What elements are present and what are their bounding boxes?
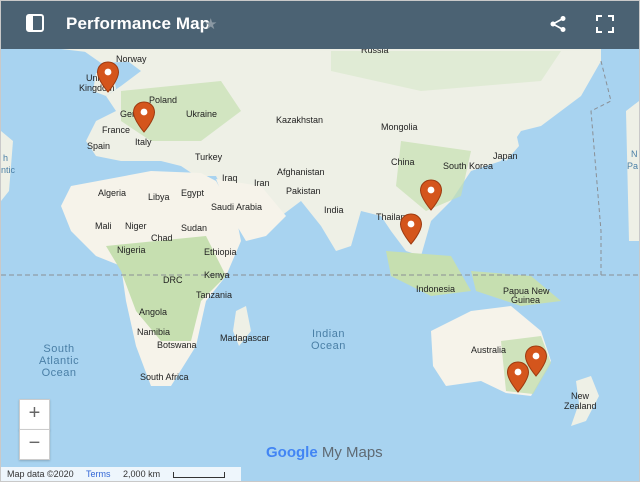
map-pin-united-kingdom[interactable] xyxy=(96,61,120,93)
map-pin-melbourne[interactable] xyxy=(506,361,530,393)
map-data-credit: Map data ©2020 xyxy=(7,469,74,479)
label-niger: Niger xyxy=(125,221,147,231)
label-indian-ocean: Indian Ocean xyxy=(311,328,346,352)
label-saudi-arabia: Saudi Arabia xyxy=(211,202,263,212)
label-mali: Mali xyxy=(95,221,112,231)
map-header: Performance Map ★ xyxy=(1,1,639,49)
label-iraq: Iraq xyxy=(222,173,238,183)
scale-label: 2,000 km xyxy=(123,469,161,479)
map-pin-germany[interactable] xyxy=(132,101,156,133)
label-south-africa: South Africa xyxy=(140,372,189,382)
label-norway: Norway xyxy=(116,54,147,64)
label-ethiopia: Ethiopia xyxy=(204,247,237,257)
map-frame: Performance Map ★ Norway Uni Kingdom Rus… xyxy=(0,0,640,482)
map-attribution: Map data ©2020 Terms 2,000 km xyxy=(1,467,241,481)
label-png-2: Guinea xyxy=(511,295,541,305)
label-iran: Iran xyxy=(254,178,270,188)
label-edge-left-1: h xyxy=(3,153,9,163)
label-madagascar: Madagascar xyxy=(220,333,270,343)
label-south-korea: South Korea xyxy=(443,161,494,171)
label-australia: Australia xyxy=(471,345,507,355)
share-icon[interactable] xyxy=(549,15,567,38)
star-icon[interactable]: ★ xyxy=(204,15,217,33)
map-base-svg xyxy=(1,49,639,426)
label-sudan: Sudan xyxy=(181,223,208,233)
label-france: France xyxy=(102,125,131,135)
map-canvas[interactable]: Norway Uni Kingdom Russia Poland Ger Ukr… xyxy=(1,45,639,481)
label-edge-right-1: N xyxy=(631,149,638,159)
label-new-zealand-2: Zealand xyxy=(564,401,597,411)
label-edge-left-2: ntic xyxy=(1,165,16,175)
label-south-atlantic-ocean: South Atlantic Ocean xyxy=(39,343,80,379)
label-pakistan: Pakistan xyxy=(286,186,321,196)
label-angola: Angola xyxy=(139,307,168,317)
label-kazakhstan: Kazakhstan xyxy=(276,115,324,125)
terms-link[interactable]: Terms xyxy=(86,469,111,479)
label-tanzania: Tanzania xyxy=(196,290,233,300)
label-libya: Libya xyxy=(148,192,170,202)
label-algeria: Algeria xyxy=(98,188,127,198)
label-afghanistan: Afghanistan xyxy=(277,167,325,177)
label-ukraine: Ukraine xyxy=(186,109,218,119)
label-new-zealand-1: New xyxy=(571,391,590,401)
label-drc: DRC xyxy=(163,275,183,285)
label-nigeria: Nigeria xyxy=(117,245,146,255)
label-mongolia: Mongolia xyxy=(381,122,418,132)
map-pin-thailand[interactable] xyxy=(399,213,423,245)
fullscreen-icon[interactable] xyxy=(596,15,614,38)
label-italy: Italy xyxy=(135,137,152,147)
zoom-out-button[interactable]: − xyxy=(19,429,50,460)
label-namibia: Namibia xyxy=(137,327,171,337)
google-my-maps-logo: Google My Maps xyxy=(266,444,383,461)
map-title: Performance Map xyxy=(66,14,211,33)
zoom-in-button[interactable]: + xyxy=(19,399,50,430)
label-china: China xyxy=(391,157,415,167)
label-kenya: Kenya xyxy=(204,270,230,280)
label-egypt: Egypt xyxy=(181,188,205,198)
label-botswana: Botswana xyxy=(157,340,197,350)
label-edge-right-2: Pa xyxy=(627,161,639,171)
label-indonesia: Indonesia xyxy=(416,284,456,294)
label-japan: Japan xyxy=(493,151,518,161)
sidebar-toggle-icon[interactable] xyxy=(25,13,45,38)
map-pin-hong-kong[interactable] xyxy=(419,179,443,211)
label-turkey: Turkey xyxy=(195,152,223,162)
scale-bar xyxy=(172,471,225,478)
label-chad: Chad xyxy=(151,233,173,243)
label-india: India xyxy=(324,205,344,215)
label-spain: Spain xyxy=(87,141,111,151)
